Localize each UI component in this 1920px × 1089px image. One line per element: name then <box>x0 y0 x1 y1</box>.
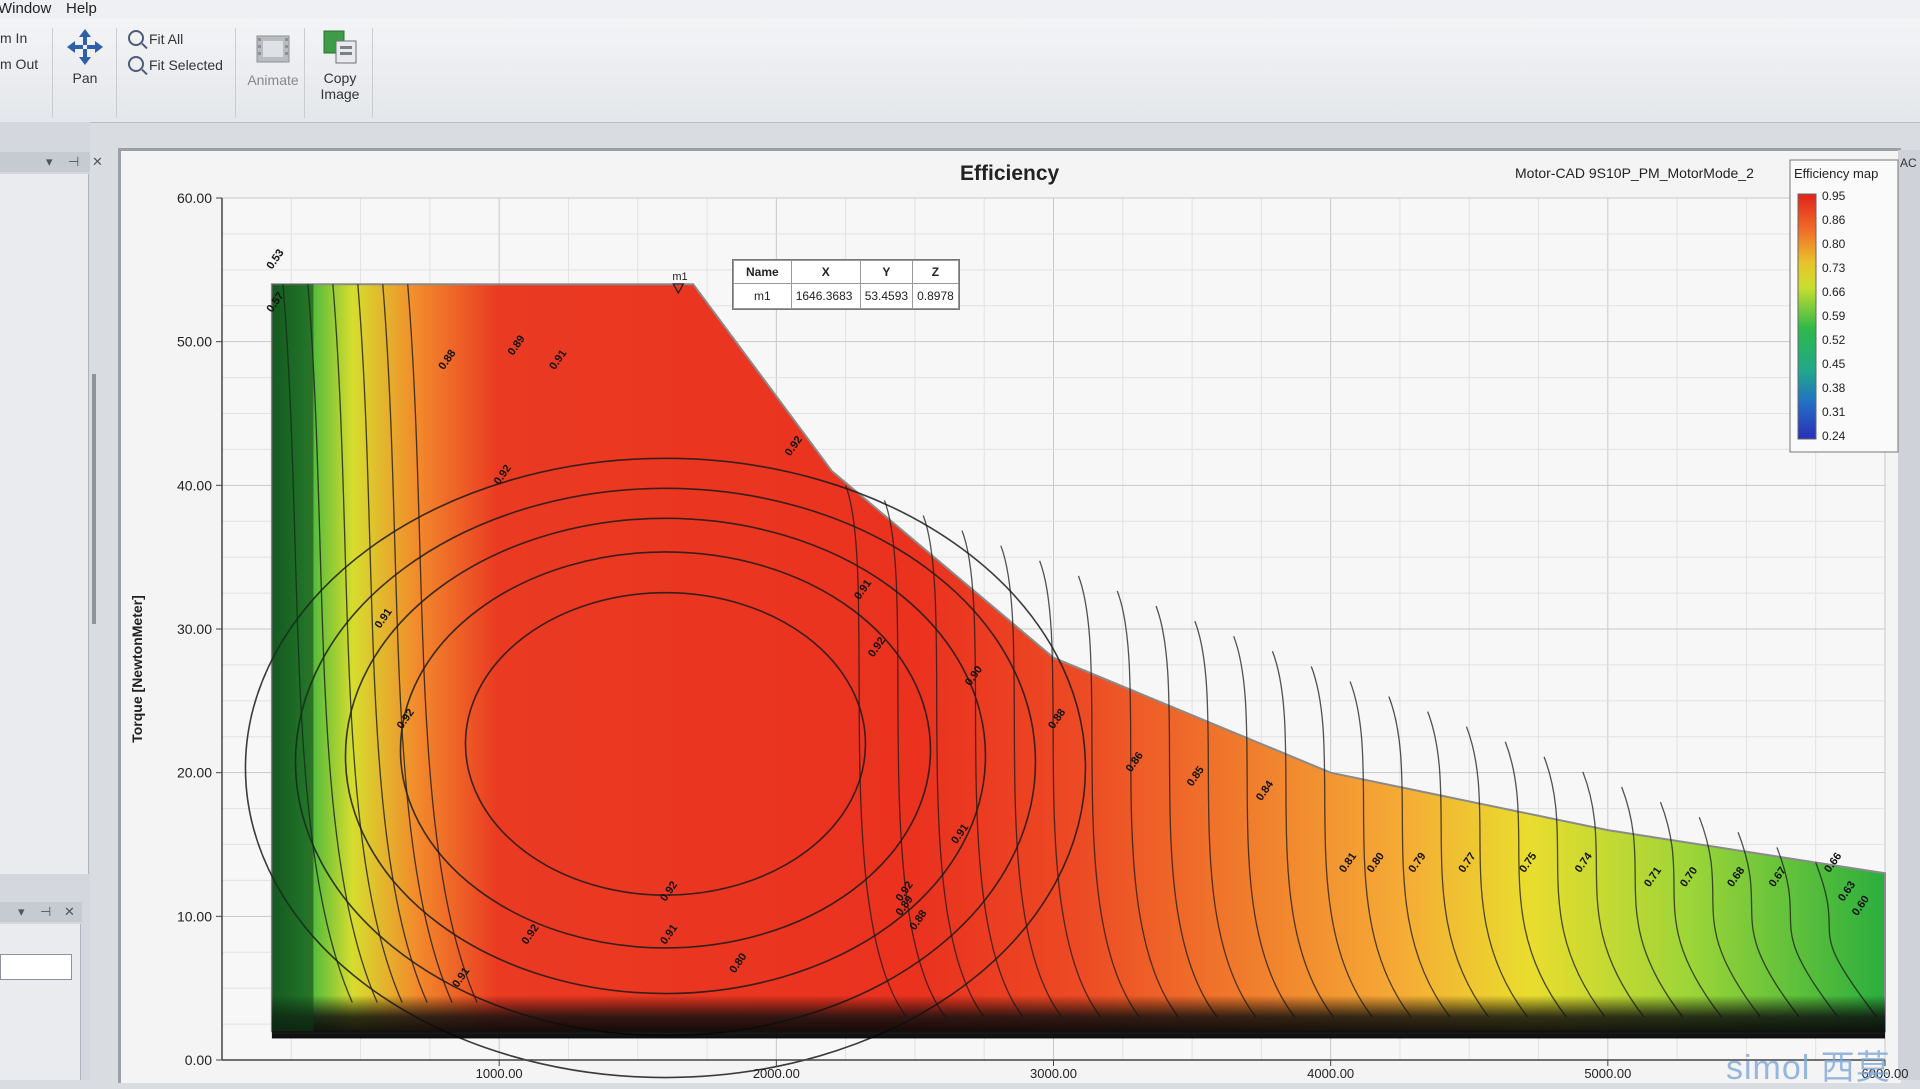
marker-cell: 0.8978 <box>912 283 959 309</box>
panel-close-button[interactable]: ✕ <box>64 904 75 920</box>
zoom-in-button[interactable]: m In <box>0 30 27 46</box>
marker-table: Name X Y Z m1 1646.3683 53.4593 0.8978 <box>732 259 960 310</box>
table-row[interactable]: m1 1646.3683 53.4593 0.8978 <box>733 283 959 309</box>
marker-col-name: Name <box>733 260 792 284</box>
panel-scrollbar[interactable] <box>92 374 96 624</box>
panel-body-2 <box>0 924 81 1080</box>
chart-subtitle: Motor-CAD 9S10P_PM_MotorMode_2 <box>1515 165 1754 181</box>
panel-header-2: ▾ ⊣ ✕ <box>0 902 82 922</box>
copy-image-icon <box>323 30 357 64</box>
pan-icon <box>67 29 103 65</box>
copy-image-button[interactable]: Copy Image <box>305 28 375 102</box>
marker-cell: 1646.3683 <box>790 283 861 309</box>
animate-label: Animate <box>247 72 299 88</box>
panel-dropdown-button[interactable]: ▾ <box>46 154 53 170</box>
fit-selected-button[interactable]: Fit Selected <box>128 56 223 73</box>
ribbon-separator <box>116 28 117 118</box>
chart-title: Efficiency <box>960 162 1060 185</box>
fit-selected-label: Fit Selected <box>149 57 223 73</box>
marker-col-x: X <box>790 260 861 284</box>
panel-header: ▾ ⊣ ✕ <box>0 152 103 172</box>
pan-label: Pan <box>72 70 98 86</box>
ribbon-separator <box>235 28 236 118</box>
menu-window[interactable]: Window <box>0 0 51 18</box>
pan-button[interactable]: Pan <box>50 28 120 86</box>
ribbon-toolbar: m In m Out Pan Fit All Fit Selected Anim… <box>0 18 1920 123</box>
marker-col-y: Y <box>859 260 914 284</box>
magnifier-icon <box>128 30 144 46</box>
left-dock-panel: ▾ ⊣ ✕ ▾ ⊣ ✕ <box>0 122 103 1080</box>
fit-all-button[interactable]: Fit All <box>128 30 183 47</box>
marker-cell: 53.4593 <box>859 283 914 309</box>
copy-image-label-line1: Copy <box>323 70 357 86</box>
panel-pin-button[interactable]: ⊣ <box>40 904 51 920</box>
panel-pin-button[interactable]: ⊣ <box>68 154 79 170</box>
fit-all-label: Fit All <box>149 31 184 47</box>
animate-button[interactable]: Animate <box>238 30 308 88</box>
marker-col-z: Z <box>912 260 959 284</box>
panel-body <box>0 174 96 874</box>
watermark: simol 西莫 <box>1726 1049 1891 1087</box>
right-tab-label[interactable]: AC <box>1900 156 1917 170</box>
plot-window <box>118 148 1901 1083</box>
panel-field[interactable] <box>0 954 72 980</box>
panel-close-button[interactable]: ✕ <box>92 154 103 170</box>
right-side-strip: AC <box>1898 150 1920 1080</box>
marker-cell: m1 <box>733 283 792 309</box>
menu-bar: Window Help <box>0 0 1920 19</box>
film-icon <box>256 35 290 63</box>
menu-help[interactable]: Help <box>66 0 97 18</box>
copy-image-label-line2: Image <box>320 86 360 102</box>
ribbon-separator <box>372 28 373 118</box>
zoom-out-button[interactable]: m Out <box>0 56 38 72</box>
marker-table-header: Name X Y Z <box>733 260 959 284</box>
magnifier-icon <box>128 56 144 72</box>
panel-dropdown-button[interactable]: ▾ <box>18 904 25 920</box>
